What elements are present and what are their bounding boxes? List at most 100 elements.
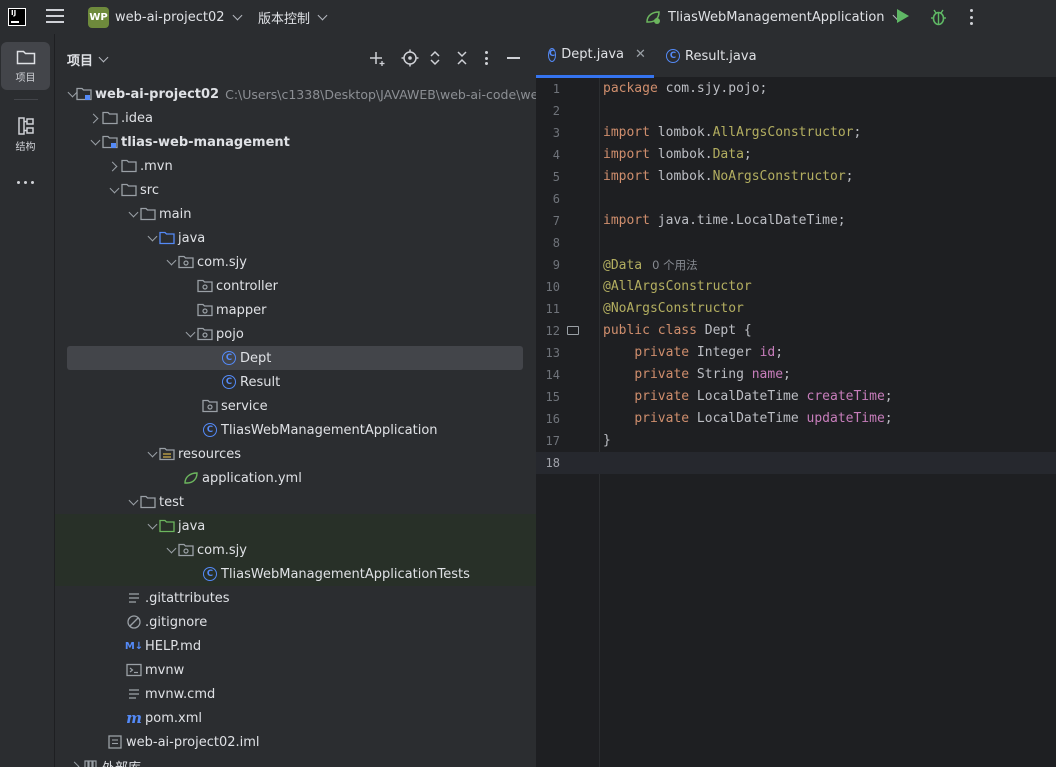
tree-node[interactable]: application.yml — [55, 466, 536, 490]
tree-node[interactable]: C Result — [55, 370, 536, 394]
structure-tool-button[interactable]: 结构 — [1, 112, 50, 156]
tree-label: web-ai-project02.iml — [126, 734, 260, 750]
expand-arrow-icon[interactable] — [107, 183, 121, 197]
folder-icon — [140, 494, 156, 510]
expand-arrow-icon[interactable] — [69, 87, 76, 101]
new-file-icon[interactable] — [368, 48, 386, 68]
code-line: 12 public class Dept { — [536, 320, 1056, 342]
class-icon: C — [548, 47, 557, 62]
folder-icon — [16, 50, 35, 65]
tree-node[interactable]: resources — [55, 442, 536, 466]
project-tool-button[interactable]: 项目 — [1, 42, 50, 90]
markdown-icon: M↓ — [124, 640, 144, 652]
tree-label: resources — [178, 446, 242, 462]
tree-node[interactable]: service — [55, 394, 536, 418]
expand-arrow-icon[interactable] — [183, 327, 197, 341]
tree-node[interactable]: mvnw.cmd — [55, 682, 536, 706]
close-icon[interactable]: ✕ — [635, 47, 646, 62]
tree-node[interactable]: 外部库 — [55, 754, 536, 767]
hide-panel-icon[interactable] — [507, 57, 520, 59]
main-menu-icon[interactable] — [46, 9, 64, 25]
code-line: 13 private Integer id; — [536, 342, 1056, 364]
folder-icon — [121, 158, 137, 174]
locate-file-icon[interactable] — [401, 48, 419, 68]
tree-node[interactable]: main — [55, 202, 536, 226]
intellij-logo-icon[interactable]: IJ — [8, 8, 26, 26]
expand-arrow-icon[interactable] — [126, 495, 140, 509]
text-file-icon — [126, 686, 142, 702]
tree-node[interactable]: com.sjy — [55, 250, 536, 274]
expand-arrow-icon[interactable] — [164, 255, 178, 269]
tree-node[interactable]: .gitignore — [55, 610, 536, 634]
expand-arrow-icon[interactable] — [145, 231, 159, 245]
project-tool-label: 项目 — [15, 73, 36, 84]
tree-node[interactable]: C TliasWebManagementApplicationTests — [55, 562, 536, 586]
expand-arrow-icon[interactable] — [88, 111, 102, 125]
tree-node[interactable]: java — [55, 514, 536, 538]
vcs-menu[interactable]: 版本控制 — [258, 6, 328, 28]
tree-node[interactable]: .gitattributes — [55, 586, 536, 610]
tab-dept-java[interactable]: C Dept.java ✕ — [536, 34, 654, 78]
tree-node[interactable]: web-ai-project02.iml — [55, 730, 536, 754]
tree-label: 外部库 — [102, 757, 141, 767]
tree-node[interactable]: src — [55, 178, 536, 202]
class-hierarchy-gutter-icon[interactable] — [567, 326, 579, 335]
tree-node[interactable]: controller — [55, 274, 536, 298]
package-icon — [178, 542, 194, 558]
tree-label: main — [159, 206, 192, 222]
line-number: 9 — [552, 258, 560, 272]
tree-label: mapper — [216, 302, 267, 318]
more-actions-icon[interactable] — [970, 9, 974, 25]
expand-arrow-icon[interactable] — [88, 135, 102, 149]
code-line: 17} — [536, 430, 1056, 452]
text-file-icon — [126, 590, 142, 606]
code-line: 10 @AllArgsConstructor — [536, 276, 1056, 298]
chevron-down-icon — [317, 10, 328, 20]
line-number: 1 — [552, 82, 560, 96]
project-switcher[interactable]: WP web-ai-project02 — [88, 6, 242, 28]
expand-arrow-icon[interactable] — [145, 447, 159, 461]
collapse-all-icon[interactable] — [455, 48, 469, 68]
line-number: 16 — [545, 412, 560, 426]
tree-node[interactable]: com.sjy — [55, 538, 536, 562]
expand-arrow-icon[interactable] — [145, 519, 159, 533]
run-config-selector[interactable]: TliasWebManagementApplication — [644, 6, 902, 28]
tree-node[interactable]: C TliasWebManagementApplication — [55, 418, 536, 442]
package-icon — [197, 326, 213, 342]
tree-node[interactable]: java — [55, 226, 536, 250]
usage-hint[interactable]: 0 个用法 — [652, 258, 697, 272]
package-icon — [178, 254, 194, 270]
tree-label: service — [221, 398, 268, 414]
project-panel-title[interactable]: 项目 — [67, 50, 109, 69]
tree-label: java — [178, 518, 206, 534]
tree-node[interactable]: mapper — [55, 298, 536, 322]
options-icon[interactable] — [485, 51, 489, 65]
debug-icon[interactable] — [930, 8, 947, 26]
tree-node[interactable]: tlias-web-management — [55, 130, 536, 154]
code-line: 9 @Data 0 个用法 — [536, 254, 1056, 276]
tree-node[interactable]: test — [55, 490, 536, 514]
expand-arrow-icon[interactable] — [69, 759, 83, 767]
expand-arrow-icon[interactable] — [126, 207, 140, 221]
line-number: 15 — [545, 390, 560, 404]
expand-arrow-icon[interactable] — [107, 159, 121, 173]
tree-node[interactable]: mvnw — [55, 658, 536, 682]
expand-arrow-icon[interactable] — [164, 543, 178, 557]
class-icon: C — [666, 49, 680, 63]
expand-all-icon[interactable] — [428, 48, 442, 68]
code-view[interactable]: 1 package com.sjy.pojo; 2 3 import lombok.… — [536, 78, 1056, 474]
tree-node[interactable]: pojo — [55, 322, 536, 346]
tree-label: pom.xml — [145, 710, 202, 726]
tree-node-root[interactable]: web-ai-project02 C:\Users\c1338\Desktop\… — [55, 82, 536, 106]
run-icon[interactable] — [897, 9, 909, 23]
maven-icon: m — [126, 709, 142, 727]
tab-result-java[interactable]: C Result.java — [654, 34, 769, 78]
tree-node[interactable]: .mvn — [55, 154, 536, 178]
tree-node[interactable]: .idea — [55, 106, 536, 130]
tree-node[interactable]: M↓ HELP.md — [55, 634, 536, 658]
tree-node[interactable]: m pom.xml — [55, 706, 536, 730]
more-tools-icon[interactable] — [1, 172, 50, 192]
tree-node-selected[interactable]: C Dept — [55, 346, 536, 370]
code-line: 7 import java.time.LocalDateTime; — [536, 210, 1056, 232]
spring-config-icon — [183, 470, 199, 486]
